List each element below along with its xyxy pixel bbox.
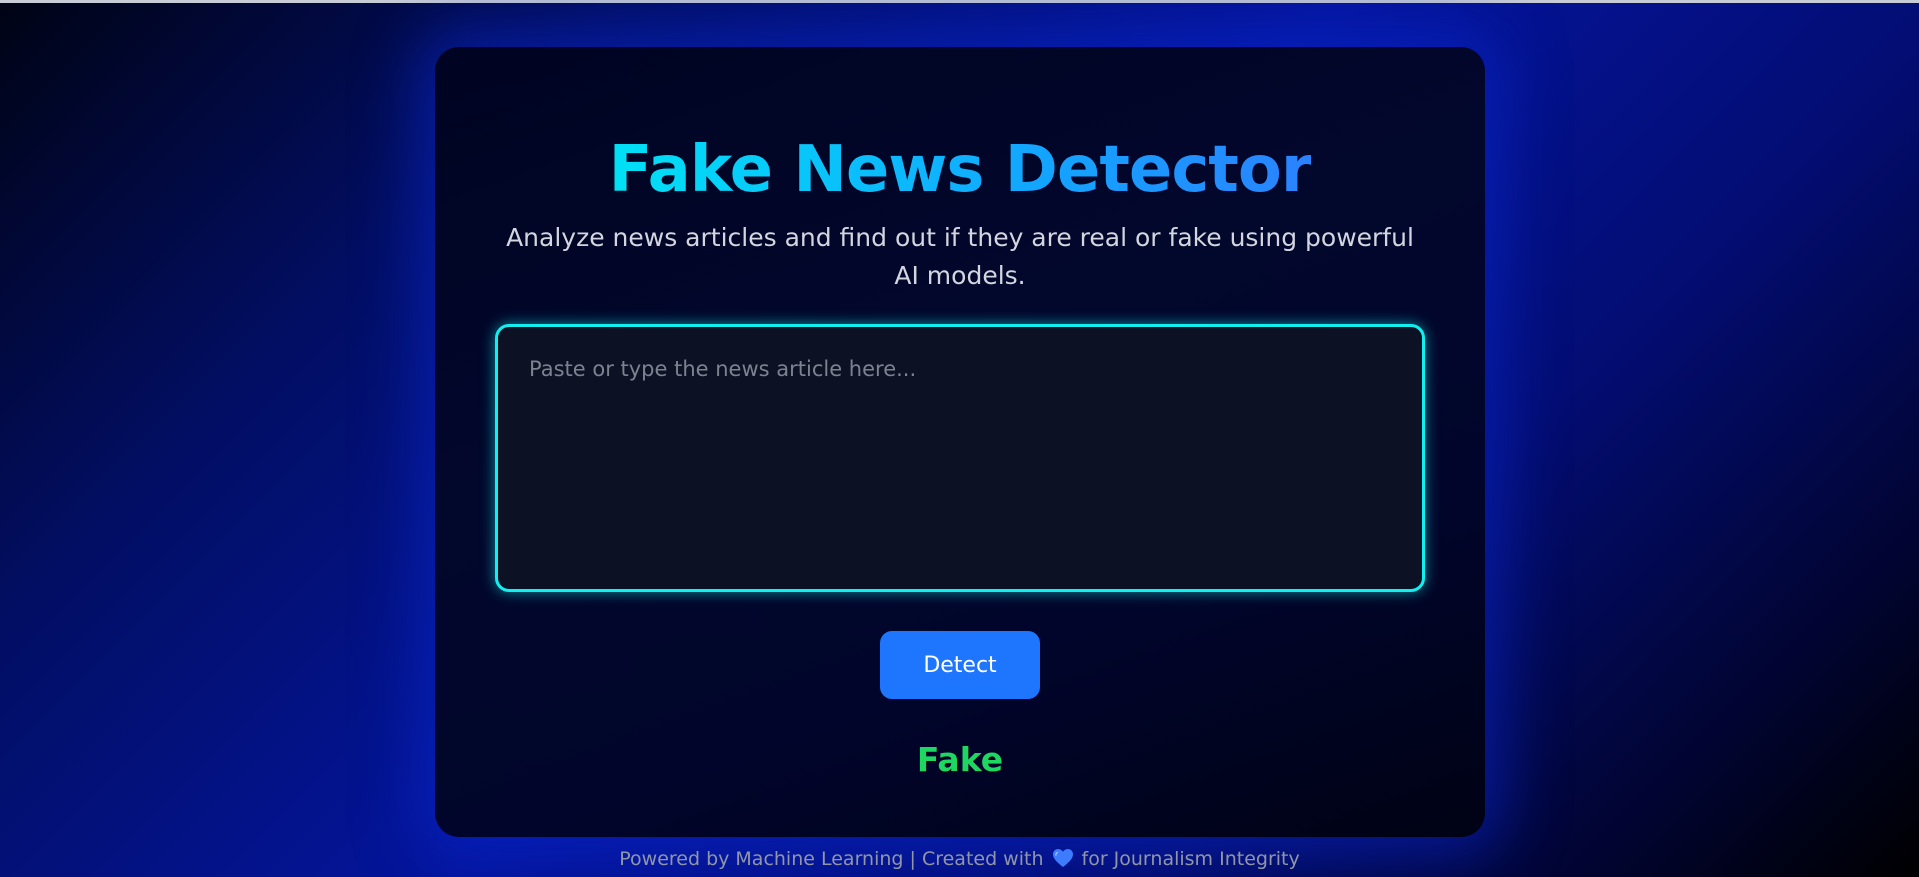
page-title: Fake News Detector (608, 133, 1313, 207)
footer-text-after: for Journalism Integrity (1081, 848, 1300, 870)
result-label: Fake (916, 740, 1004, 779)
heart-icon (1052, 848, 1074, 868)
article-input[interactable] (495, 324, 1425, 592)
detect-button[interactable]: Detect (880, 631, 1040, 699)
detector-card: Fake News Detector Analyze news articles… (435, 47, 1485, 837)
footer: Powered by Machine Learning | Created wi… (0, 845, 1919, 873)
browser-top-edge (0, 0, 1919, 3)
page-subtitle: Analyze news articles and find out if th… (506, 223, 1414, 290)
footer-text-before: Powered by Machine Learning | Created wi… (619, 848, 1044, 870)
